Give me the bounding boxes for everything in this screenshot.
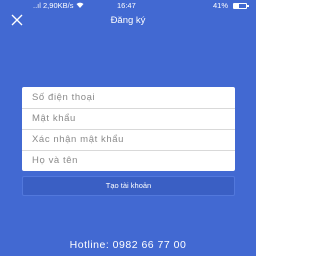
- status-left: ..ıl 2,90KB/s: [33, 0, 84, 12]
- phone-input[interactable]: Số điện thoại: [22, 87, 235, 108]
- register-screen: ..ıl 2,90KB/s 16:47 41% Đăng ký Số điện …: [0, 0, 256, 256]
- fullname-input[interactable]: Họ và tên: [22, 150, 235, 171]
- hotline-link[interactable]: Hotline: 0982 66 77 00: [0, 239, 256, 251]
- confirm-password-input[interactable]: Xác nhận mật khẩu: [22, 129, 235, 150]
- status-bar: ..ıl 2,90KB/s 16:47 41%: [0, 0, 256, 12]
- registration-form: Số điện thoại Mật khẩu Xác nhận mật khẩu…: [22, 87, 235, 171]
- network-speed: 2,90KB/s: [43, 1, 74, 10]
- wifi-icon: [76, 0, 84, 12]
- signal-indicator: ..ıl: [33, 1, 41, 10]
- battery-level: [234, 4, 239, 8]
- page-title: Đăng ký: [110, 15, 146, 26]
- create-account-button[interactable]: Tạo tài khoản: [22, 176, 235, 196]
- password-input[interactable]: Mật khẩu: [22, 108, 235, 129]
- battery-percent: 41%: [212, 1, 228, 10]
- status-time: 16:47: [117, 1, 136, 10]
- battery-icon: [233, 3, 249, 9]
